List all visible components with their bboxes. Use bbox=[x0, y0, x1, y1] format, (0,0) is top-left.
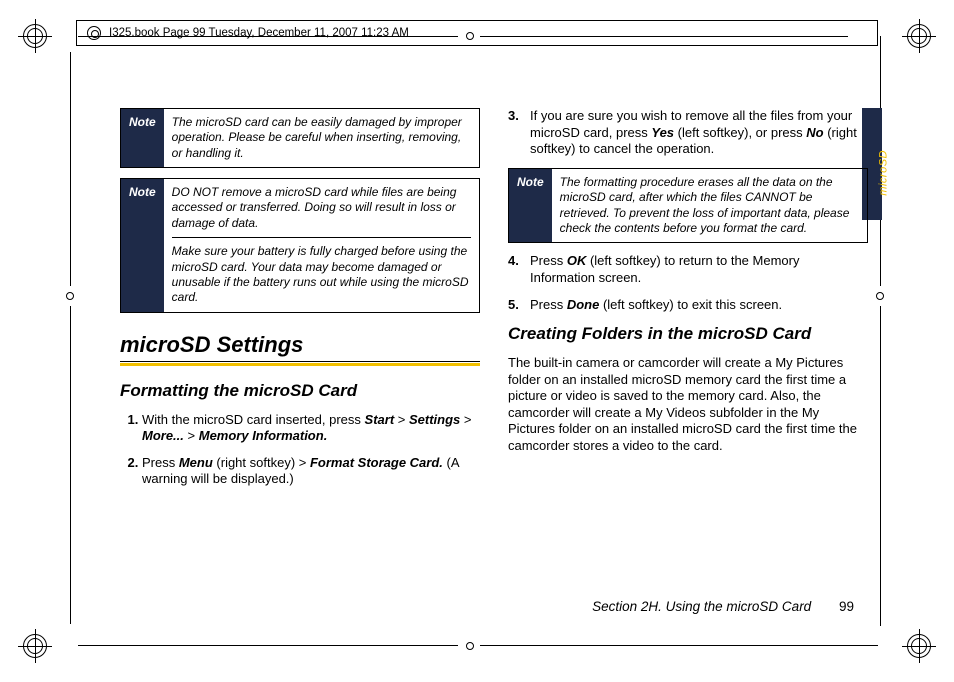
crop-dot-icon bbox=[466, 642, 474, 650]
section-underline bbox=[120, 363, 480, 366]
crop-line bbox=[480, 645, 878, 646]
crop-dot-icon bbox=[876, 292, 884, 300]
note-text: The formatting procedure erases all the … bbox=[560, 175, 859, 236]
crop-dot-icon bbox=[66, 292, 74, 300]
step-item: Press Done (left softkey) to exit this s… bbox=[530, 297, 868, 314]
step-item: If you are sure you wish to remove all t… bbox=[530, 108, 868, 158]
header-text: I325.book Page 99 Tuesday, December 11, … bbox=[109, 27, 409, 39]
gear-icon bbox=[87, 26, 101, 40]
framemaker-header: I325.book Page 99 Tuesday, December 11, … bbox=[76, 20, 878, 46]
section-tab-label: microSD bbox=[878, 150, 890, 196]
crop-line bbox=[70, 52, 71, 286]
note-label: Note bbox=[121, 109, 164, 167]
right-column: If you are sure you wish to remove all t… bbox=[508, 108, 868, 592]
crop-line bbox=[78, 645, 458, 646]
note-text: DO NOT remove a microSD card while files… bbox=[172, 185, 471, 231]
sub-heading: Formatting the microSD Card bbox=[120, 380, 480, 402]
note-box: Note DO NOT remove a microSD card while … bbox=[120, 178, 480, 313]
page-number: 99 bbox=[839, 599, 854, 614]
left-column: Note The microSD card can be easily dama… bbox=[120, 108, 480, 592]
crop-mark-icon bbox=[906, 633, 932, 659]
page-footer: Section 2H. Using the microSD Card 99 bbox=[0, 599, 854, 614]
crop-line bbox=[880, 306, 881, 626]
step-item: With the microSD card inserted, press St… bbox=[142, 412, 480, 445]
note-label: Note bbox=[121, 179, 164, 312]
step-item: Press Menu (right softkey) > Format Stor… bbox=[142, 455, 480, 488]
body-paragraph: The built-in camera or camcorder will cr… bbox=[508, 355, 868, 455]
note-box: Note The microSD card can be easily dama… bbox=[120, 108, 480, 168]
sub-heading: Creating Folders in the microSD Card bbox=[508, 323, 868, 345]
section-heading: microSD Settings bbox=[120, 331, 480, 359]
crop-mark-icon bbox=[22, 23, 48, 49]
step-item: Press OK (left softkey) to return to the… bbox=[530, 253, 868, 286]
note-label: Note bbox=[509, 169, 552, 242]
note-box: Note The formatting procedure erases all… bbox=[508, 168, 868, 243]
crop-line bbox=[70, 306, 71, 624]
note-text: The microSD card can be easily damaged b… bbox=[172, 115, 471, 161]
crop-mark-icon bbox=[906, 23, 932, 49]
note-text: Make sure your battery is fully charged … bbox=[172, 237, 471, 305]
footer-section: Section 2H. Using the microSD Card bbox=[592, 599, 811, 614]
crop-mark-icon bbox=[22, 633, 48, 659]
